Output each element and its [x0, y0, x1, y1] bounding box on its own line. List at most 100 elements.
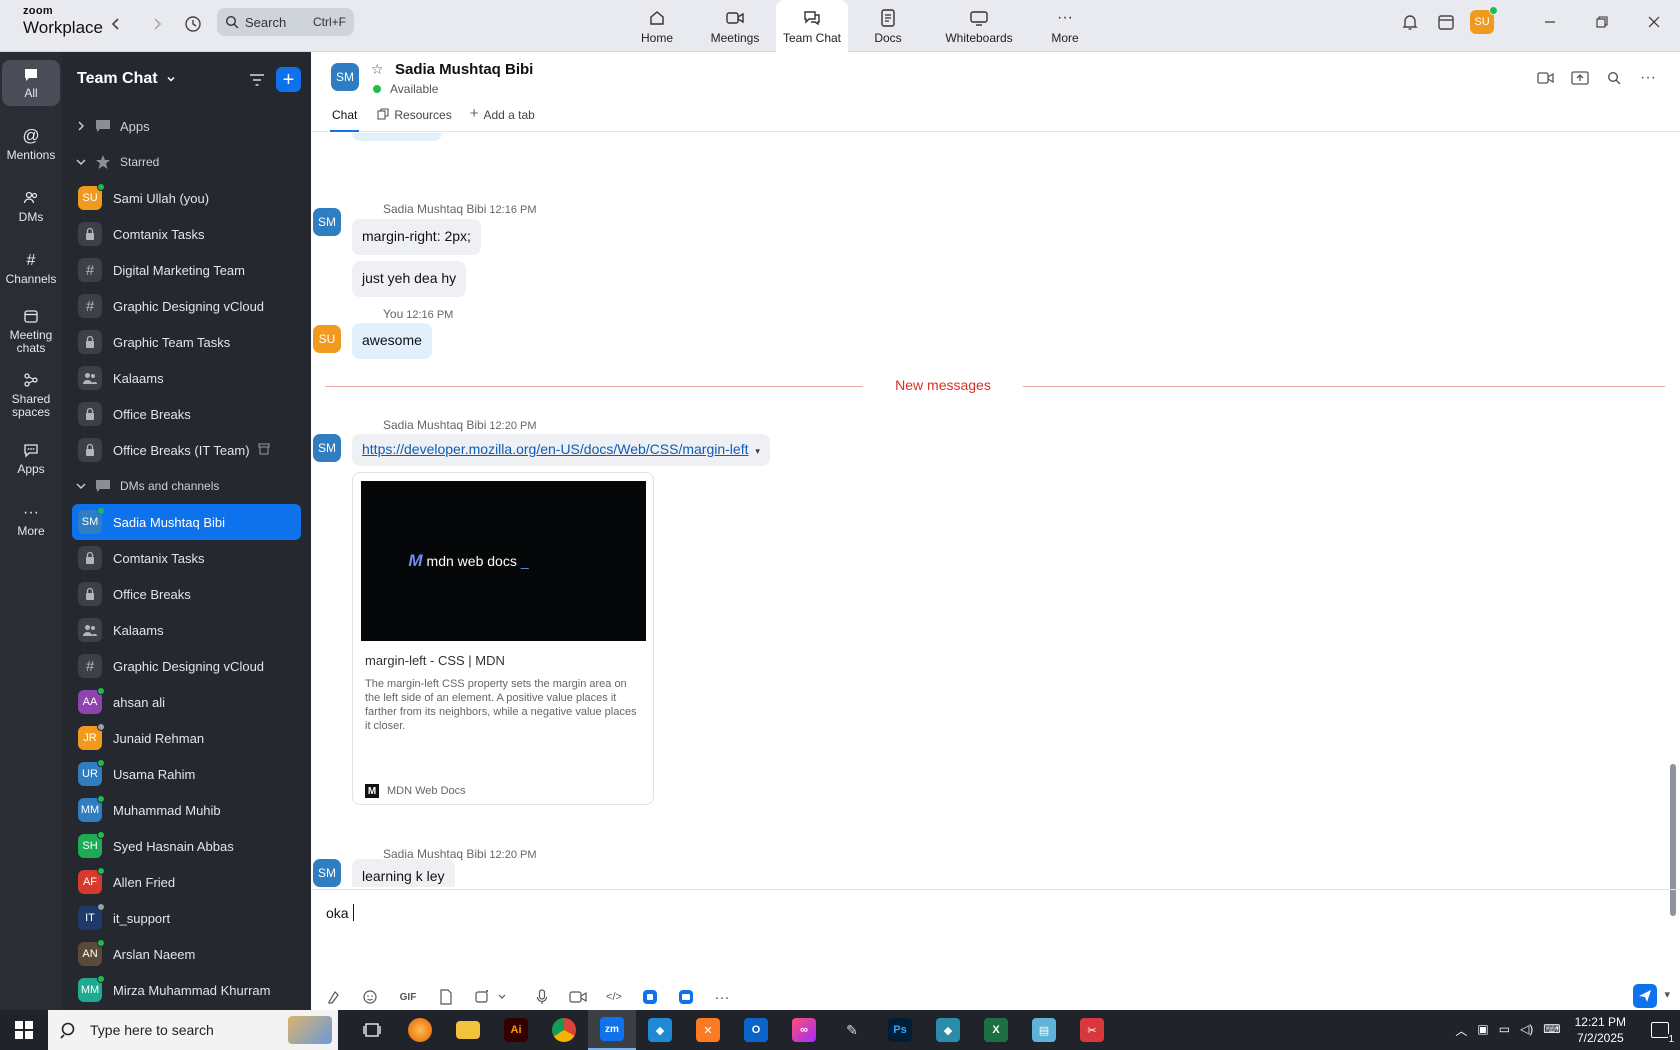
network-icon[interactable]: ▭ [1499, 1022, 1510, 1039]
photoshop-icon[interactable]: Ps [876, 1010, 924, 1050]
close-button[interactable] [1628, 0, 1680, 44]
sidebar-item-sami-ullah-you[interactable]: SU Sami Ullah (you) [72, 180, 301, 216]
input-language-icon[interactable]: ⌨ [1543, 1022, 1560, 1039]
sender-avatar[interactable]: SM [313, 859, 341, 887]
rail-mentions[interactable]: @ Mentions [0, 114, 62, 176]
sketch-app-icon[interactable]: ◆ [924, 1010, 972, 1050]
sidebar-item-comtanix-tasks[interactable]: Comtanix Tasks [72, 216, 301, 252]
xampp-icon[interactable]: ✕ [684, 1010, 732, 1050]
contact-name[interactable]: Sadia Mushtaq Bibi [395, 61, 533, 78]
creative-cloud-icon[interactable]: ∞ [780, 1010, 828, 1050]
sidebar-item-digital-marketing-team[interactable]: # Digital Marketing Team [72, 252, 301, 288]
profile-avatar[interactable]: SU [1464, 2, 1500, 42]
minimize-button[interactable] [1524, 0, 1576, 44]
maximize-button[interactable] [1576, 0, 1628, 44]
new-chat-button[interactable]: + [276, 67, 301, 92]
sender-avatar[interactable]: SU [313, 325, 341, 353]
search-icon[interactable] [1602, 66, 1626, 90]
snipping-tool-icon[interactable]: ✂ [1068, 1010, 1116, 1050]
star-outline-icon[interactable]: ☆ [371, 61, 384, 78]
illustrator-icon[interactable]: Ai [492, 1010, 540, 1050]
tab-chat[interactable]: Chat [330, 108, 360, 132]
sidebar-item-mirza-muhammad-khurram[interactable]: MM Mirza Muhammad Khurram [72, 972, 301, 1008]
outlook-icon[interactable]: O [732, 1010, 780, 1050]
add-tab-button[interactable]: + Add a tab [470, 106, 535, 132]
pen-tool-icon[interactable]: ✎ [828, 1010, 876, 1050]
sidebar-item-office-breaks[interactable]: Office Breaks [72, 396, 301, 432]
firefox-icon[interactable] [396, 1010, 444, 1050]
sidebar-item-ahsan-ali[interactable]: AA ahsan ali [72, 684, 301, 720]
sidebar-item-it-support[interactable]: IT it_support [72, 900, 301, 936]
code-block-icon[interactable]: </> [603, 987, 625, 1007]
zoom-app-icon[interactable] [675, 987, 697, 1007]
vscode-icon[interactable]: ◆ [636, 1010, 684, 1050]
share-screen-icon[interactable] [1568, 66, 1592, 90]
video-call-icon[interactable] [1534, 66, 1558, 90]
nav-team-chat[interactable]: Team Chat [776, 0, 848, 52]
section-apps[interactable]: Apps [62, 108, 311, 144]
nav-whiteboards[interactable]: Whiteboards [928, 0, 1030, 52]
sidebar-item-allen-fried[interactable]: AF Allen Fried [72, 864, 301, 900]
sender-avatar[interactable]: SM [313, 434, 341, 462]
volume-icon[interactable]: ◁) [1520, 1022, 1533, 1039]
nav-more[interactable]: ··· More [1030, 0, 1100, 52]
video-message-icon[interactable] [567, 987, 589, 1007]
sender-avatar[interactable]: SM [313, 208, 341, 236]
section-starred[interactable]: Starred [62, 144, 311, 180]
zoom-taskbar-icon[interactable]: zm [588, 1010, 636, 1050]
link-preview-title[interactable]: margin-left - CSS | MDN [365, 653, 505, 668]
rail-shared-spaces[interactable]: Shared spaces [0, 362, 62, 428]
gif-icon[interactable]: GIF [395, 987, 421, 1007]
message-bubble[interactable]: just yeh dea hy [352, 261, 467, 297]
bell-icon[interactable] [1392, 2, 1428, 42]
rail-all[interactable]: All [0, 52, 62, 114]
taskbar-clock[interactable]: 12:21 PM 7/2/2025 [1575, 1014, 1626, 1046]
screenshot-icon[interactable] [471, 987, 493, 1007]
sidebar-item-syed-hasnain-abbas[interactable]: SH Syed Hasnain Abbas [72, 828, 301, 864]
sidebar-item-muhammad-muhib[interactable]: MM Muhammad Muhib [72, 792, 301, 828]
chrome-icon[interactable] [540, 1010, 588, 1050]
history-clock-icon[interactable] [181, 12, 205, 36]
file-explorer-icon[interactable] [444, 1010, 492, 1050]
microphone-icon[interactable] [531, 987, 553, 1007]
sidebar-item-graphic-designing-vcloud[interactable]: # Graphic Designing vCloud [72, 648, 301, 684]
link-preview-card[interactable]: Mmdn web docs _ margin-left - CSS | MDN T… [352, 472, 654, 805]
windows-start-button[interactable] [0, 1010, 48, 1050]
sidebar-item-junaid-rehman[interactable]: JR Junaid Rehman [72, 720, 301, 756]
meet-now-icon[interactable]: ▣ [1477, 1022, 1488, 1039]
chevron-down-icon[interactable] [497, 987, 507, 1007]
task-view-icon[interactable] [348, 1010, 396, 1050]
send-options-chevron-icon[interactable]: ▾ [1664, 988, 1670, 1001]
message-bubble[interactable]: margin-right: 2px; [352, 219, 481, 255]
format-text-icon[interactable] [323, 987, 345, 1007]
sidebar-item-sadia-mushtaq-bibi[interactable]: SM Sadia Mushtaq Bibi [72, 504, 301, 540]
rail-apps[interactable]: Apps [0, 428, 62, 490]
section-dms-channels[interactable]: DMs and channels [62, 468, 311, 504]
more-dots-icon[interactable]: ··· [1636, 66, 1660, 90]
calendar-status-icon[interactable] [1428, 2, 1464, 42]
sidebar-title-dropdown[interactable]: Team Chat [77, 70, 176, 88]
contact-avatar[interactable]: SM [331, 63, 359, 91]
notepad-icon[interactable]: ▤ [1020, 1010, 1068, 1050]
filter-icon[interactable] [246, 69, 268, 91]
sidebar-item-usama-rahim[interactable]: UR Usama Rahim [72, 756, 301, 792]
back-arrow-icon[interactable] [104, 12, 128, 36]
sidebar-item-office-breaks[interactable]: Office Breaks [72, 576, 301, 612]
caret-down-icon[interactable]: ▾ [755, 446, 760, 456]
sidebar-item-graphic-team-tasks[interactable]: Graphic Team Tasks [72, 324, 301, 360]
message-link[interactable]: https://developer.mozilla.org/en-US/docs… [362, 441, 748, 457]
taskbar-search-input[interactable]: Type here to search [48, 1010, 338, 1050]
sidebar-item-comtanix-tasks[interactable]: Comtanix Tasks [72, 540, 301, 576]
sidebar-item-kalaams[interactable]: Kalaams [72, 612, 301, 648]
notification-center-icon[interactable]: 1 [1640, 1010, 1680, 1050]
excel-icon[interactable]: X [972, 1010, 1020, 1050]
sidebar-item-office-breaks-it-team[interactable]: Office Breaks (IT Team) [72, 432, 301, 468]
more-dots-icon[interactable]: ··· [711, 987, 733, 1007]
message-input[interactable]: oka [326, 904, 354, 921]
forward-arrow-icon[interactable] [145, 12, 169, 36]
nav-docs[interactable]: Docs [848, 0, 928, 52]
search-input[interactable]: Search Ctrl+F [217, 8, 354, 36]
rail-channels[interactable]: # Channels [0, 238, 62, 300]
rail-meeting-chats[interactable]: Meeting chats [0, 300, 62, 362]
sidebar-item-graphic-designing-vcloud[interactable]: # Graphic Designing vCloud [72, 288, 301, 324]
